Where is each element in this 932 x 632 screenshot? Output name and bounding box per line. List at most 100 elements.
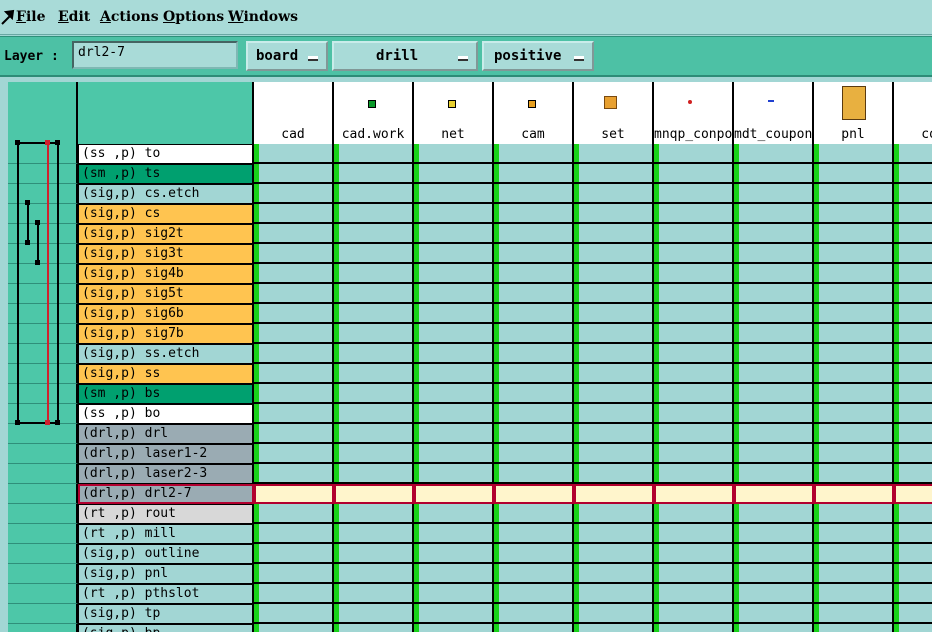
matrix-cell[interactable] (574, 384, 654, 404)
matrix-cell[interactable] (814, 424, 894, 444)
matrix-cell[interactable] (414, 404, 494, 424)
matrix-cell[interactable] (334, 404, 414, 424)
matrix-cell[interactable] (254, 284, 334, 304)
matrix-cell[interactable] (734, 304, 814, 324)
matrix-cell[interactable] (574, 424, 654, 444)
matrix-cell[interactable] (814, 584, 894, 604)
matrix-cell[interactable] (574, 504, 654, 524)
matrix-cell[interactable] (574, 344, 654, 364)
layer-name-cell[interactable]: (sig,p) cs.etch (78, 184, 254, 204)
matrix-cell[interactable] (414, 284, 494, 304)
matrix-cell[interactable] (734, 144, 814, 164)
matrix-cell[interactable] (414, 224, 494, 244)
matrix-cell[interactable] (334, 444, 414, 464)
matrix-cell[interactable] (334, 504, 414, 524)
context-dropdown[interactable]: board (246, 41, 328, 71)
matrix-cell[interactable] (334, 204, 414, 224)
matrix-cell[interactable] (574, 184, 654, 204)
matrix-cell[interactable] (494, 604, 574, 624)
matrix-cell[interactable] (574, 564, 654, 584)
matrix-cell[interactable] (894, 604, 932, 624)
matrix-cell[interactable] (414, 564, 494, 584)
matrix-cell[interactable] (334, 544, 414, 564)
matrix-cell[interactable] (494, 624, 574, 632)
step-header-net[interactable]: net (414, 82, 494, 144)
matrix-cell[interactable] (334, 524, 414, 544)
matrix-cell[interactable] (414, 444, 494, 464)
matrix-cell[interactable] (734, 444, 814, 464)
layer-name-cell[interactable]: (sig,p) sig6b (78, 304, 254, 324)
layer-name-cell[interactable]: (sig,p) sig3t (78, 244, 254, 264)
matrix-cell[interactable] (254, 484, 334, 504)
matrix-cell[interactable] (654, 184, 734, 204)
matrix-cell[interactable] (574, 144, 654, 164)
layer-name-cell[interactable]: (sig,p) tp (78, 604, 254, 624)
matrix-cell[interactable] (814, 244, 894, 264)
matrix-cell[interactable] (334, 184, 414, 204)
matrix-cell[interactable] (814, 564, 894, 584)
matrix-cell[interactable] (574, 404, 654, 424)
matrix-cell[interactable] (654, 264, 734, 284)
matrix-cell[interactable] (334, 584, 414, 604)
matrix-cell[interactable] (654, 364, 734, 384)
matrix-cell[interactable] (894, 364, 932, 384)
matrix-cell[interactable] (414, 484, 494, 504)
matrix-cell[interactable] (814, 624, 894, 632)
matrix-cell[interactable] (574, 624, 654, 632)
layer-name-cell[interactable]: (sm ,p) bs (78, 384, 254, 404)
matrix-cell[interactable] (254, 204, 334, 224)
matrix-cell[interactable] (654, 564, 734, 584)
matrix-cell[interactable] (814, 224, 894, 244)
matrix-cell[interactable] (734, 284, 814, 304)
matrix-cell[interactable] (254, 324, 334, 344)
matrix-cell[interactable] (574, 264, 654, 284)
matrix-cell[interactable] (414, 544, 494, 564)
matrix-cell[interactable] (654, 424, 734, 444)
matrix-cell[interactable] (654, 624, 734, 632)
matrix-cell[interactable] (894, 244, 932, 264)
matrix-cell[interactable] (334, 284, 414, 304)
matrix-cell[interactable] (734, 244, 814, 264)
matrix-cell[interactable] (254, 604, 334, 624)
matrix-cell[interactable] (574, 224, 654, 244)
matrix-cell[interactable] (654, 584, 734, 604)
matrix-cell[interactable] (734, 544, 814, 564)
matrix-cell[interactable] (494, 384, 574, 404)
layer-name-cell[interactable]: (sig,p) outline (78, 544, 254, 564)
matrix-cell[interactable] (254, 224, 334, 244)
step-header-mnqp-conpo[interactable]: mnqp_conpo (654, 82, 734, 144)
matrix-cell[interactable] (814, 524, 894, 544)
matrix-cell[interactable] (654, 284, 734, 304)
step-header-set[interactable]: set (574, 82, 654, 144)
matrix-cell[interactable] (734, 324, 814, 344)
matrix-cell[interactable] (734, 384, 814, 404)
matrix-cell[interactable] (894, 584, 932, 604)
matrix-cell[interactable] (654, 344, 734, 364)
matrix-cell[interactable] (734, 184, 814, 204)
matrix-cell[interactable] (894, 524, 932, 544)
matrix-cell[interactable] (894, 404, 932, 424)
matrix-cell[interactable] (494, 404, 574, 424)
matrix-cell[interactable] (494, 264, 574, 284)
menu-actions[interactable]: Actions (100, 9, 159, 25)
matrix-cell[interactable] (334, 564, 414, 584)
matrix-cell[interactable] (414, 504, 494, 524)
matrix-cell[interactable] (494, 524, 574, 544)
matrix-cell[interactable] (894, 264, 932, 284)
matrix-cell[interactable] (734, 564, 814, 584)
matrix-cell[interactable] (334, 144, 414, 164)
menu-windows[interactable]: Windows (228, 9, 298, 25)
matrix-cell[interactable] (254, 544, 334, 564)
matrix-cell[interactable] (494, 244, 574, 264)
matrix-cell[interactable] (814, 364, 894, 384)
matrix-cell[interactable] (574, 304, 654, 324)
matrix-cell[interactable] (494, 304, 574, 324)
matrix-cell[interactable] (334, 604, 414, 624)
matrix-cell[interactable] (654, 164, 734, 184)
matrix-cell[interactable] (334, 424, 414, 444)
matrix-cell[interactable] (494, 544, 574, 564)
matrix-cell[interactable] (814, 264, 894, 284)
layer-name-cell[interactable]: (drl,p) drl (78, 424, 254, 444)
matrix-cell[interactable] (254, 504, 334, 524)
matrix-cell[interactable] (574, 464, 654, 484)
